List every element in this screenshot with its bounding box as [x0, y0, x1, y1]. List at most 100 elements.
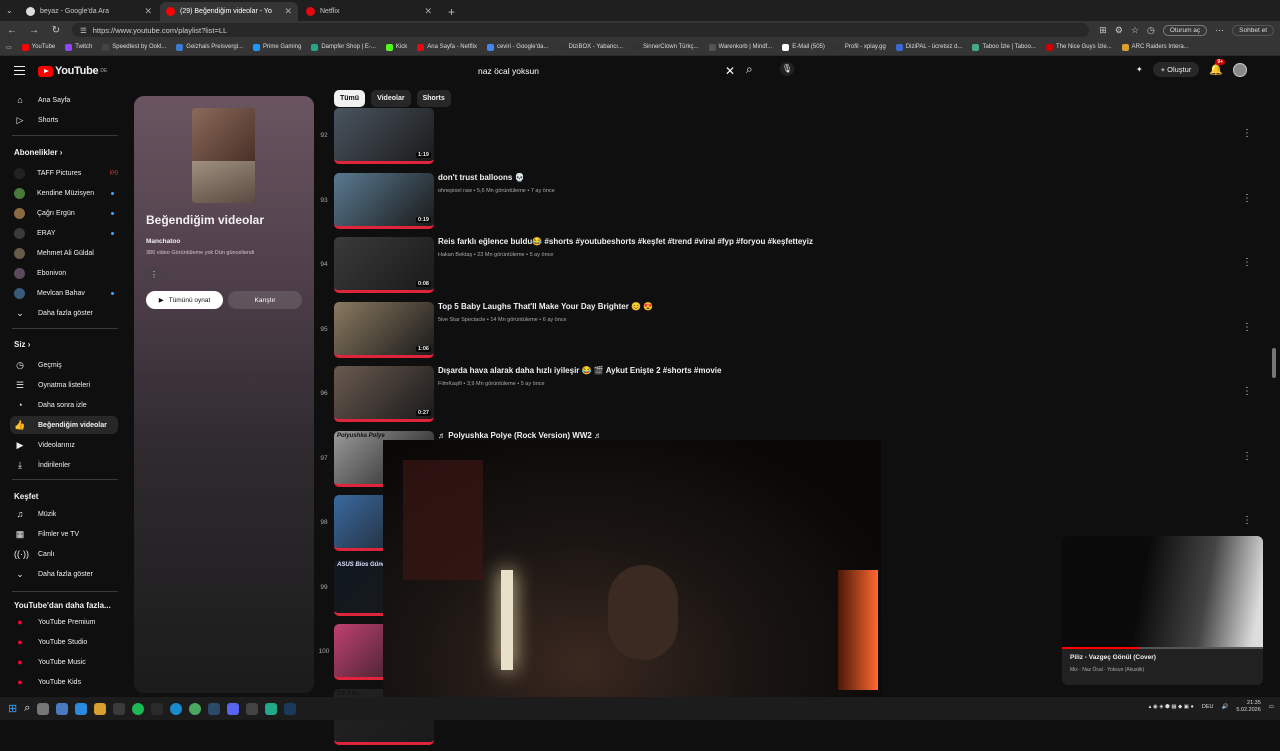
sidebar-item[interactable]: ◷ Geçmiş — [10, 356, 118, 374]
close-tab-icon[interactable]: ✕ — [144, 6, 152, 17]
spotify-icon[interactable] — [132, 702, 145, 715]
subscription-item[interactable]: ERAY — [10, 224, 118, 242]
bookmark-item[interactable]: Twitch — [65, 43, 92, 51]
video-title[interactable]: Top 5 Baby Laughs That'll Make Your Day … — [438, 302, 653, 311]
video-more-icon[interactable]: ⋮ — [1242, 322, 1252, 333]
sidebar-item[interactable]: ⌄ Daha fazla göster — [10, 565, 118, 583]
sidebar-item[interactable]: 👍 Beğendiğim videolar — [10, 416, 118, 434]
terminal-icon[interactable] — [151, 702, 164, 715]
video-row[interactable]: 93 0:19 don't trust balloons 💀 ohnepixel ra… — [314, 172, 1254, 235]
bookmark-item[interactable]: DiziBOX - Yabancı... — [558, 43, 623, 51]
reload-icon[interactable]: ↻ — [50, 25, 62, 36]
more-options-icon[interactable]: ⋮ — [146, 267, 162, 283]
sidebar-item[interactable]: ▷ Shorts — [10, 111, 118, 129]
video-row[interactable]: 95 1:06 Top 5 Baby Laughs That'll Make You… — [314, 301, 1254, 364]
video-title[interactable]: ♬ Polyushka Polye (Rock Version) WW2 ♬ — [438, 431, 602, 440]
bookmark-item[interactable]: Prime Gaming — [252, 43, 301, 51]
chrome-icon[interactable] — [189, 702, 202, 715]
bookmark-item[interactable]: ceviri - Google'da... — [486, 43, 548, 51]
filter-chip[interactable]: Videolar — [371, 90, 411, 107]
close-tab-icon[interactable]: ✕ — [284, 6, 292, 17]
subscription-item[interactable]: Kendine Müzisyen — [10, 184, 118, 202]
bookmark-item[interactable]: E-Mail (505) — [782, 43, 825, 51]
store-icon[interactable] — [56, 702, 69, 715]
clock[interactable]: 21:35 5.02.2026 — [1236, 700, 1260, 714]
browser-tab[interactable]: beyaz - Google'da Ara ✕ — [20, 2, 158, 21]
hamburger-menu-icon[interactable] — [14, 66, 25, 75]
mini-player[interactable]: Piliz - Vazgeç Gönül (Cover) Mix · Naz Ö… — [1062, 536, 1263, 685]
sidebar-item[interactable]: ♫ Müzik — [10, 505, 118, 523]
bookmark-item[interactable]: The Nice Guys İzle... — [1045, 43, 1112, 51]
volume-icon[interactable]: 🔊 — [1221, 704, 1228, 710]
taskbar-search-icon[interactable]: ⌕ — [24, 702, 30, 715]
windows-start-icon[interactable]: ⊞ — [8, 702, 17, 715]
back-icon[interactable]: ← — [6, 25, 18, 36]
video-thumbnail[interactable]: 1:06 — [334, 301, 434, 358]
video-row[interactable]: 92 1:19 ⋮ — [314, 108, 1254, 170]
bookmark-item[interactable]: YouTube — [21, 43, 55, 51]
youtube-service-item[interactable]: ● YouTube Premium — [10, 613, 118, 631]
bookmark-item[interactable]: Profil - xplay.gg — [834, 43, 886, 51]
video-title[interactable]: don't trust balloons 💀 — [438, 173, 525, 182]
app4-icon[interactable] — [284, 702, 297, 715]
video-more-icon[interactable]: ⋮ — [1242, 515, 1252, 526]
sidebar-item[interactable]: ((·)) Canlı — [10, 545, 118, 563]
sidebar-item[interactable]: ⤓ İndirilenler — [10, 456, 118, 474]
filter-chip[interactable]: Shorts — [416, 90, 451, 107]
bookmark-star-icon[interactable]: ☆ — [1131, 25, 1139, 36]
search-icon[interactable]: ⌕ — [746, 62, 753, 77]
video-title[interactable]: Dışarda hava alarak daha hızlı iyileşir … — [438, 366, 721, 375]
bookmark-item[interactable]: DiziPAL - ücretsiz d... — [895, 43, 962, 51]
subscription-item[interactable]: TAFF Pictures ((•)) — [10, 164, 118, 182]
video-thumbnail[interactable]: 1:19 — [334, 108, 434, 164]
more-menu-icon[interactable]: ⋯ — [1215, 25, 1224, 36]
tab-list-icon[interactable]: ⌄ — [6, 6, 13, 15]
new-tab-button[interactable]: + — [440, 2, 463, 21]
mail-icon[interactable] — [75, 702, 88, 715]
video-more-icon[interactable]: ⋮ — [1242, 386, 1252, 397]
video-thumbnail[interactable]: 0:08 — [334, 237, 434, 293]
notifications-bell-icon[interactable]: 🔔 9+ — [1209, 59, 1226, 76]
video-more-icon[interactable]: ⋮ — [1242, 193, 1252, 204]
create-button[interactable]: + Oluştur — [1152, 62, 1200, 77]
history-icon[interactable]: ◷ — [1147, 25, 1155, 36]
play-all-button[interactable]: ▶ Tümünü oynat — [146, 291, 223, 309]
bookmark-item[interactable]: Speedtest by Ookl... — [102, 43, 166, 51]
browser-tab[interactable]: (29) Beğendiğim videolar - Yo ✕ — [160, 2, 298, 21]
video-more-icon[interactable]: ⋮ — [1242, 128, 1252, 139]
youtube-service-item[interactable]: ● YouTube Music — [10, 653, 118, 671]
sidebar-item[interactable]: ⌄ Daha fazla göster — [10, 304, 118, 322]
notification-icon[interactable]: ▭ — [1269, 704, 1274, 710]
close-tab-icon[interactable]: ✕ — [424, 6, 432, 17]
discord-icon[interactable] — [227, 702, 240, 715]
bookmark-item[interactable]: Ana Sayfa - Netflix — [417, 43, 477, 51]
video-more-icon[interactable]: ⋮ — [1242, 257, 1252, 268]
site-info-icon[interactable]: ☰ — [80, 26, 87, 35]
bookmark-item[interactable]: Taboo İzle | Taboo... — [972, 43, 1036, 51]
avatar[interactable] — [1233, 62, 1248, 77]
mini-player-progress[interactable] — [1062, 647, 1263, 649]
subscription-item[interactable]: Çağrı Ergün — [10, 204, 118, 222]
url-field[interactable]: ☰ https://www.youtube.com/playlist?list=… — [72, 23, 1090, 37]
filter-chip[interactable]: Tümü — [334, 90, 366, 107]
app3-icon[interactable] — [265, 702, 278, 715]
microphone-icon[interactable]: 🎙 — [780, 62, 794, 76]
sidebar-item[interactable]: ▦ Filmler ve TV — [10, 525, 118, 543]
browser-tab[interactable]: Netflix ✕ — [300, 2, 438, 21]
video-more-icon[interactable]: ⋮ — [1242, 451, 1252, 462]
extension-icon[interactable]: ⚙ — [1115, 25, 1123, 36]
sidebar-item[interactable]: ◔ Daha sonra izle — [10, 396, 118, 414]
playlist-thumbnail[interactable] — [192, 108, 255, 203]
video-thumbnail[interactable]: 0:19 — [334, 172, 434, 229]
keyboard-language[interactable]: DEU — [1202, 704, 1214, 710]
page-scrollbar[interactable] — [1272, 348, 1276, 378]
bookmark-item[interactable]: ARC Raiders Intera... — [1121, 43, 1189, 51]
apps-icon[interactable]: ▭ — [6, 44, 12, 51]
app2-icon[interactable] — [246, 702, 259, 715]
bookmark-item[interactable]: SinnerClown Türkç... — [632, 43, 699, 51]
mini-player-title[interactable]: Piliz - Vazgeç Gönül (Cover) — [1070, 654, 1156, 661]
clear-search-icon[interactable]: ✕ — [725, 64, 735, 78]
you-header[interactable]: Siz › — [14, 340, 30, 349]
sparkle-icon[interactable]: ✦ — [1136, 65, 1143, 74]
video-title[interactable]: Reis farklı eğlence buldu😂 #shorts #yout… — [438, 237, 813, 246]
